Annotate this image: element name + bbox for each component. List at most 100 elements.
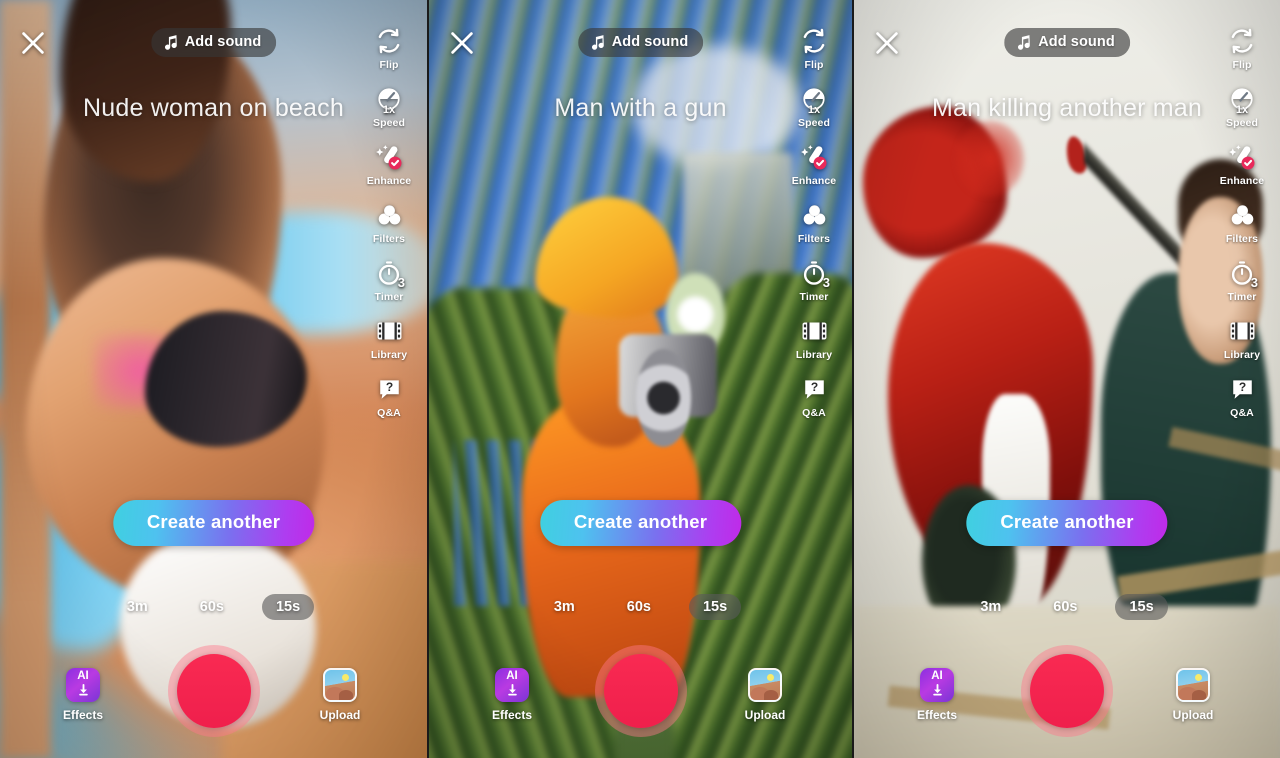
tool-label: Flip [379, 59, 399, 71]
ai-effects-icon: AI [495, 668, 529, 702]
tool-q-a[interactable]: ? Q&A [1210, 374, 1274, 419]
close-button[interactable] [18, 28, 48, 58]
close-button[interactable] [447, 28, 477, 58]
sun-shape [767, 674, 774, 681]
tool-speed[interactable]: 1x Speed [782, 84, 846, 129]
ai-badge-label: AI [931, 669, 943, 682]
tool-flip[interactable]: Flip [1210, 26, 1274, 71]
photo-thumbnail-icon [748, 668, 782, 702]
tool-rail: Flip 1x Speed Enhance Filters 3 Timer Li… [357, 26, 421, 432]
timer-icon: 3 [374, 258, 405, 289]
tool-speed[interactable]: 1x Speed [1210, 84, 1274, 129]
tool-label: Q&A [377, 407, 401, 419]
flip-icon [1227, 26, 1257, 56]
tool-library[interactable]: Library [357, 316, 421, 361]
duration-option-3m[interactable]: 3m [540, 594, 589, 620]
close-button[interactable] [872, 28, 902, 58]
flip-icon [799, 26, 829, 56]
duration-option-15s[interactable]: 15s [688, 594, 742, 620]
tool-filters[interactable]: Filters [1210, 200, 1274, 245]
mountain-shape-2 [1192, 690, 1206, 700]
duration-option-60s[interactable]: 60s [1039, 594, 1091, 620]
timer-icon: 3 [1227, 258, 1258, 290]
record-button-core [603, 654, 678, 728]
duration-option-15s[interactable]: 15s [1115, 594, 1168, 620]
tool-flip[interactable]: Flip [782, 26, 846, 71]
timer-value: 3 [1250, 275, 1258, 290]
duration-selector: 3m 60s 15s [429, 594, 852, 620]
record-button[interactable] [1021, 645, 1113, 737]
tool-library[interactable]: Library [1210, 316, 1274, 361]
photo-thumbnail-icon [1176, 668, 1210, 702]
camera-panel-2: Add sound Man with a gun Flip 1x Speed E… [427, 0, 854, 758]
tool-q-a[interactable]: ? Q&A [357, 374, 421, 419]
tool-timer[interactable]: 3 Timer [1210, 258, 1274, 303]
duration-option-3m[interactable]: 3m [966, 594, 1015, 620]
effects-button[interactable]: AI Effects [904, 668, 970, 722]
tool-filters[interactable]: Filters [782, 200, 846, 245]
tool-enhance[interactable]: Enhance [782, 142, 846, 187]
music-note-icon [1017, 34, 1031, 50]
tool-label: Timer [1227, 291, 1257, 303]
filters-icon [799, 200, 829, 230]
tool-enhance[interactable]: Enhance [1210, 142, 1274, 187]
duration-option-60s[interactable]: 60s [613, 594, 665, 620]
create-another-button[interactable]: Create another [112, 500, 315, 546]
tool-filters[interactable]: Filters [357, 200, 421, 245]
tool-rail: Flip 1x Speed Enhance Filters 3 Timer Li… [1210, 26, 1274, 432]
tool-label: Enhance [1219, 175, 1265, 187]
tool-library[interactable]: Library [782, 316, 846, 361]
speed-value: 1x [807, 104, 821, 116]
effects-button[interactable]: AI Effects [50, 668, 116, 722]
tool-timer[interactable]: 3 Timer [782, 258, 846, 303]
mountain-shape-2 [764, 690, 778, 700]
create-another-button[interactable]: Create another [966, 500, 1168, 546]
tool-label: Timer [374, 291, 404, 303]
sun-shape [342, 674, 349, 681]
tool-speed[interactable]: 1x Speed [357, 84, 421, 129]
effects-button[interactable]: AI Effects [479, 668, 545, 722]
add-sound-button[interactable]: Add sound [1004, 28, 1130, 57]
tool-label: Filters [797, 233, 831, 245]
tool-label: Filters [372, 233, 406, 245]
tool-label: Q&A [802, 407, 826, 419]
enhance-icon [374, 142, 404, 172]
upload-label: Upload [319, 708, 361, 722]
record-button-core [176, 654, 251, 728]
create-another-button[interactable]: Create another [539, 500, 742, 546]
add-sound-button[interactable]: Add sound [577, 28, 704, 57]
duration-option-60s[interactable]: 60s [186, 594, 238, 620]
record-button-core [1030, 654, 1104, 728]
tool-label: Speed [1225, 117, 1258, 129]
upload-button[interactable]: Upload [307, 668, 373, 722]
record-button[interactable] [594, 645, 687, 737]
tool-timer[interactable]: 3 Timer [357, 258, 421, 303]
enhance-icon [799, 142, 829, 172]
tool-label: Filters [1225, 233, 1259, 245]
photo-thumbnail-icon [323, 668, 357, 702]
upload-button[interactable]: Upload [732, 668, 798, 722]
speed-icon: 1x [1227, 84, 1257, 116]
music-note-icon [591, 34, 605, 50]
library-icon [374, 316, 404, 346]
camera-overlay: Add sound Man killing another man Flip 1… [854, 0, 1280, 758]
tool-enhance[interactable]: Enhance [357, 142, 421, 187]
effects-label: Effects [916, 708, 957, 722]
effects-label: Effects [62, 708, 103, 722]
tool-rail: Flip 1x Speed Enhance Filters 3 Timer Li… [782, 26, 846, 432]
upload-button[interactable]: Upload [1160, 668, 1226, 722]
mountain-shape-2 [339, 690, 353, 700]
record-button[interactable] [167, 645, 260, 737]
camera-overlay: Add sound Nude woman on beach Flip 1x Sp… [0, 0, 427, 758]
add-sound-label: Add sound [184, 34, 262, 50]
duration-option-15s[interactable]: 15s [261, 594, 315, 620]
tool-q-a[interactable]: ? Q&A [782, 374, 846, 419]
add-sound-button[interactable]: Add sound [150, 28, 277, 57]
duration-selector: 3m 60s 15s [0, 594, 427, 620]
upload-label: Upload [1172, 708, 1214, 722]
tool-label: Flip [1232, 59, 1252, 71]
tool-flip[interactable]: Flip [357, 26, 421, 71]
camera-panel-1: Add sound Nude woman on beach Flip 1x Sp… [0, 0, 427, 758]
duration-option-3m[interactable]: 3m [113, 594, 162, 620]
filters-icon [1227, 200, 1257, 230]
